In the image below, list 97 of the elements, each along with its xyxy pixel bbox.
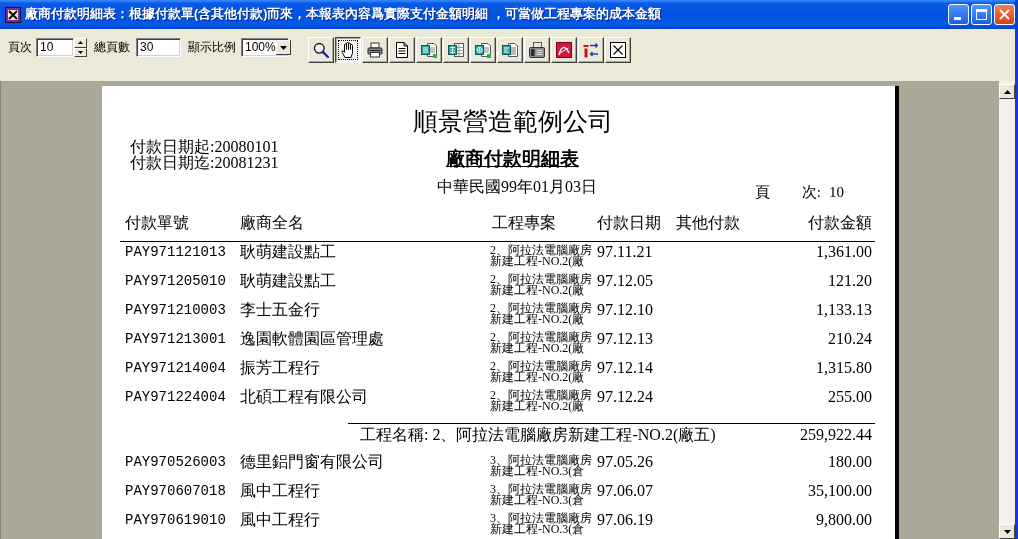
document-export-icon	[421, 42, 437, 58]
webpage-export-icon	[475, 42, 491, 58]
column-header: 工程專案	[491, 213, 557, 233]
up-arrow-icon	[1003, 89, 1011, 94]
down-arrow-icon	[78, 50, 83, 54]
report-title: 廠商付款明細表	[445, 147, 580, 171]
voucher-number: PAY970619010	[124, 511, 226, 530]
payment-date: 97.06.07	[597, 481, 653, 501]
vendor-name: 振芳工程行	[240, 358, 320, 378]
column-header: 付款單號	[124, 213, 190, 233]
column-header: 付款金額	[808, 213, 873, 233]
project-name: 2、阿拉法電腦廠房新建工程-NO.2(廠	[490, 358, 593, 383]
spreadsheet-export-icon	[448, 42, 464, 58]
column-header: 其他付款	[676, 213, 741, 233]
vendor-name: 風中工程行	[240, 510, 320, 530]
zoom-select[interactable]: 100%	[241, 38, 289, 57]
payment-amount: 210.24	[828, 329, 873, 349]
project-name: 2、阿拉法電腦廠房新建工程-NO.2(廠	[490, 387, 593, 412]
vendor-name: 風中工程行	[240, 481, 320, 501]
payment-date: 97.11.21	[597, 242, 653, 262]
total-pages-label: 總頁數	[94, 39, 130, 56]
document-icon	[394, 42, 410, 58]
page-label: 頁次	[8, 39, 32, 56]
minimize-icon	[954, 17, 961, 20]
scroll-up-button[interactable]	[999, 84, 1015, 99]
window-title: 廠商付款明細表：根據付款單(含其他付款)而來，本報表內容爲實際支付金額明細 ，可當做工程專案的成本金額	[25, 6, 661, 23]
payment-amount: 255.00	[828, 387, 873, 407]
date-range-start: 付款日期起:20080101	[130, 139, 280, 155]
spin-up-button[interactable]	[74, 38, 87, 48]
vendor-name: 耿萌建設點工	[240, 242, 336, 262]
page-field[interactable]: 10	[36, 38, 74, 57]
print-date: 中華民國99年01月03日	[437, 179, 597, 197]
close-icon	[610, 42, 626, 58]
fax-icon	[529, 42, 545, 58]
app-icon	[5, 6, 21, 23]
vendor-name: 耿萌建設點工	[240, 271, 336, 291]
voucher-number: PAY971213001	[124, 330, 226, 349]
project-name: 3、阿拉法電腦廠房新建工程-NO.3(倉	[490, 452, 593, 477]
voucher-number: PAY970526003	[124, 453, 226, 472]
project-name: 2、阿拉法電腦廠房新建工程-NO.2(廠	[490, 300, 593, 325]
voucher-number: PAY971121013	[124, 243, 226, 262]
spin-down-button[interactable]	[74, 47, 87, 57]
payment-date: 97.12.13	[597, 329, 653, 349]
toolbar-button[interactable]	[335, 37, 361, 63]
payment-date: 97.12.24	[597, 387, 653, 407]
project-name: 2、阿拉法電腦廠房新建工程-NO.2(廠	[490, 242, 593, 267]
down-arrow-icon	[1003, 529, 1011, 534]
text-export-icon	[502, 42, 518, 58]
payment-date: 97.12.05	[597, 271, 653, 291]
pdf-icon	[556, 42, 572, 58]
project-name: 3、阿拉法電腦廠房新建工程-NO.3(倉	[490, 510, 593, 535]
vertical-scrollbar[interactable]	[999, 81, 1015, 539]
zoom-label: 顯示比例	[188, 39, 236, 56]
scroll-down-button[interactable]	[999, 524, 1015, 539]
payment-amount: 121.20	[828, 271, 873, 291]
project-name: 2、阿拉法電腦廠房新建工程-NO.2(廠	[490, 271, 593, 296]
payment-amount: 1,133.13	[816, 300, 873, 320]
voucher-number: PAY971214004	[124, 359, 226, 378]
voucher-number: PAY971224004	[124, 388, 226, 407]
payment-date: 97.12.10	[597, 300, 653, 320]
vendor-name: 德里鋁門窗有限公司	[240, 452, 384, 472]
subtotal-amount: 259,922.44	[800, 425, 873, 445]
maximize-icon	[976, 9, 987, 20]
payment-amount: 180.00	[828, 452, 873, 472]
payment-amount: 9,800.00	[816, 510, 873, 530]
subtotal-label: 工程名稱: 2、阿拉法電腦廠房新建工程-NO.2(廠五)	[359, 425, 716, 445]
swap-arrows-icon	[583, 42, 599, 58]
project-name: 3、阿拉法電腦廠房新建工程-NO.3(倉	[490, 481, 593, 506]
magnifier-icon	[313, 42, 329, 58]
page-number: 10	[828, 183, 844, 200]
payment-date: 97.05.26	[597, 452, 653, 472]
maximize-button[interactable]	[971, 4, 992, 25]
dropdown-arrow-icon	[275, 40, 291, 55]
voucher-number: PAY971205010	[124, 272, 226, 291]
payment-date: 97.12.14	[597, 358, 653, 378]
vendor-name: 北碩工程有限公司	[240, 387, 368, 407]
printer-icon	[367, 42, 383, 58]
close-button[interactable]	[994, 4, 1015, 25]
project-name: 2、阿拉法電腦廠房新建工程-NO.2(廠	[490, 329, 593, 354]
up-arrow-icon	[78, 41, 83, 45]
payment-date: 97.06.19	[597, 510, 653, 530]
column-header: 廠商全名	[240, 213, 305, 233]
voucher-number: PAY970607018	[124, 482, 226, 501]
date-range-end: 付款日期迄:20081231	[130, 155, 280, 171]
column-header: 付款日期	[597, 213, 662, 233]
total-pages-field: 30	[136, 38, 181, 57]
vendor-name: 逸園軟體園區管理處	[240, 329, 384, 349]
close-icon	[999, 9, 1010, 20]
voucher-number: PAY971210003	[124, 301, 226, 320]
company-name: 順景營造範例公司	[411, 107, 614, 137]
payment-amount: 1,361.00	[816, 242, 873, 262]
hand-icon	[340, 42, 356, 58]
payment-amount: 35,100.00	[808, 481, 873, 501]
payment-amount: 1,315.80	[816, 358, 873, 378]
vendor-name: 李士五金行	[240, 300, 320, 320]
minimize-button[interactable]	[948, 4, 969, 25]
page-number-label: 頁 次:	[755, 183, 821, 200]
